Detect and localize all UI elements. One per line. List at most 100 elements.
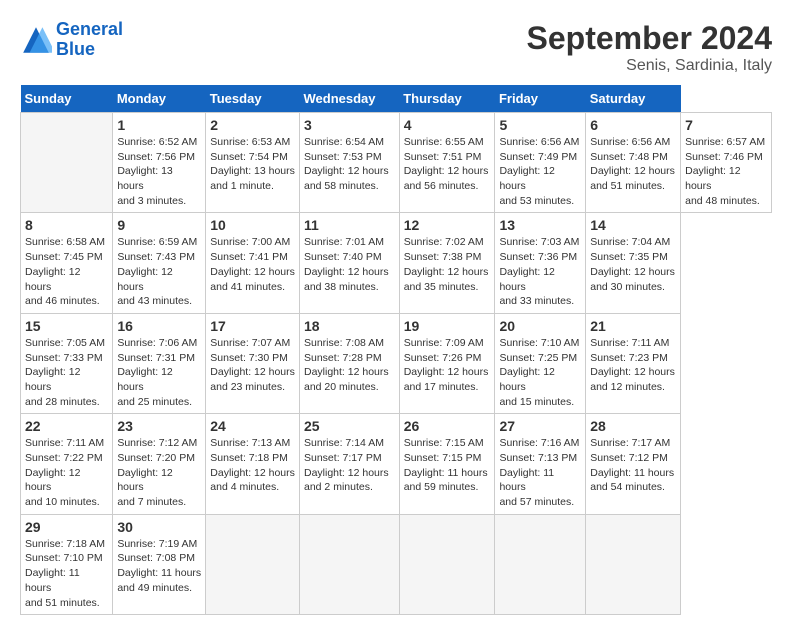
- page-header: General Blue September 2024 Senis, Sardi…: [20, 20, 772, 75]
- calendar-cell: 28 Sunrise: 7:17 AMSunset: 7:12 PMDayligh…: [586, 414, 681, 514]
- day-number: 27: [499, 418, 581, 434]
- calendar-body: 1Sunrise: 6:52 AMSunset: 7:56 PMDaylight…: [21, 113, 772, 615]
- day-number: 16: [117, 318, 201, 334]
- header-day-saturday: Saturday: [586, 85, 681, 113]
- cell-daylight-info: Sunrise: 6:59 AMSunset: 7:43 PMDaylight:…: [117, 235, 201, 308]
- cell-daylight-info: Sunrise: 6:55 AMSunset: 7:51 PMDaylight:…: [404, 135, 491, 194]
- calendar-cell: 15 Sunrise: 7:05 AMSunset: 7:33 PMDayligh…: [21, 313, 113, 413]
- title-block: September 2024 Senis, Sardinia, Italy: [527, 20, 772, 75]
- cell-daylight-info: Sunrise: 6:52 AMSunset: 7:56 PMDaylight:…: [117, 135, 201, 208]
- calendar-cell: 3 Sunrise: 6:54 AMSunset: 7:53 PMDaylight…: [300, 113, 400, 213]
- calendar-week-2: 8 Sunrise: 6:58 AMSunset: 7:45 PMDaylight…: [21, 213, 772, 313]
- calendar-week-4: 22Sunrise: 7:11 AMSunset: 7:22 PMDayligh…: [21, 414, 772, 514]
- calendar-cell: 9 Sunrise: 6:59 AMSunset: 7:43 PMDaylight…: [113, 213, 206, 313]
- calendar-header: SundayMondayTuesdayWednesdayThursdayFrid…: [21, 85, 772, 113]
- calendar-cell: 4 Sunrise: 6:55 AMSunset: 7:51 PMDaylight…: [399, 113, 495, 213]
- calendar-cell: [399, 514, 495, 614]
- cell-daylight-info: Sunrise: 7:03 AMSunset: 7:36 PMDaylight:…: [499, 235, 581, 308]
- day-number: 28: [590, 418, 676, 434]
- day-number: 4: [404, 117, 491, 133]
- calendar-week-5: 29Sunrise: 7:18 AMSunset: 7:10 PMDayligh…: [21, 514, 772, 614]
- day-number: 30: [117, 519, 201, 535]
- cell-daylight-info: Sunrise: 7:09 AMSunset: 7:26 PMDaylight:…: [404, 336, 491, 395]
- cell-daylight-info: Sunrise: 7:06 AMSunset: 7:31 PMDaylight:…: [117, 336, 201, 409]
- empty-cell: [21, 113, 113, 213]
- calendar-cell: 18Sunrise: 7:08 AMSunset: 7:28 PMDayligh…: [300, 313, 400, 413]
- day-number: 15: [25, 318, 108, 334]
- cell-daylight-info: Sunrise: 7:18 AMSunset: 7:10 PMDaylight:…: [25, 537, 108, 610]
- day-number: 7: [685, 117, 767, 133]
- day-number: 3: [304, 117, 395, 133]
- cell-daylight-info: Sunrise: 6:56 AMSunset: 7:49 PMDaylight:…: [499, 135, 581, 208]
- cell-daylight-info: Sunrise: 7:04 AMSunset: 7:35 PMDaylight:…: [590, 235, 676, 294]
- cell-daylight-info: Sunrise: 7:14 AMSunset: 7:17 PMDaylight:…: [304, 436, 395, 495]
- day-number: 24: [210, 418, 295, 434]
- cell-daylight-info: Sunrise: 6:58 AMSunset: 7:45 PMDaylight:…: [25, 235, 108, 308]
- cell-daylight-info: Sunrise: 6:53 AMSunset: 7:54 PMDaylight:…: [210, 135, 295, 194]
- calendar-cell: 13Sunrise: 7:03 AMSunset: 7:36 PMDayligh…: [495, 213, 586, 313]
- cell-daylight-info: Sunrise: 7:13 AMSunset: 7:18 PMDaylight:…: [210, 436, 295, 495]
- calendar-cell: 5 Sunrise: 6:56 AMSunset: 7:49 PMDaylight…: [495, 113, 586, 213]
- calendar-cell: 17Sunrise: 7:07 AMSunset: 7:30 PMDayligh…: [206, 313, 300, 413]
- month-title: September 2024: [527, 20, 772, 57]
- cell-daylight-info: Sunrise: 7:17 AMSunset: 7:12 PMDaylight:…: [590, 436, 676, 495]
- calendar-cell: 20 Sunrise: 7:10 AMSunset: 7:25 PMDayligh…: [495, 313, 586, 413]
- calendar-cell: 11 Sunrise: 7:01 AMSunset: 7:40 PMDayligh…: [300, 213, 400, 313]
- calendar-cell: 8 Sunrise: 6:58 AMSunset: 7:45 PMDaylight…: [21, 213, 113, 313]
- logo-line2: Blue: [56, 39, 95, 59]
- day-number: 5: [499, 117, 581, 133]
- day-number: 19: [404, 318, 491, 334]
- header-day-thursday: Thursday: [399, 85, 495, 113]
- calendar-cell: 1Sunrise: 6:52 AMSunset: 7:56 PMDaylight…: [113, 113, 206, 213]
- day-number: 8: [25, 217, 108, 233]
- calendar-cell: [586, 514, 681, 614]
- calendar-cell: 30 Sunrise: 7:19 AMSunset: 7:08 PMDayligh…: [113, 514, 206, 614]
- calendar-cell: 22Sunrise: 7:11 AMSunset: 7:22 PMDayligh…: [21, 414, 113, 514]
- cell-daylight-info: Sunrise: 7:05 AMSunset: 7:33 PMDaylight:…: [25, 336, 108, 409]
- calendar-week-1: 1Sunrise: 6:52 AMSunset: 7:56 PMDaylight…: [21, 113, 772, 213]
- day-number: 10: [210, 217, 295, 233]
- day-number: 20: [499, 318, 581, 334]
- cell-daylight-info: Sunrise: 7:16 AMSunset: 7:13 PMDaylight:…: [499, 436, 581, 509]
- day-number: 25: [304, 418, 395, 434]
- cell-daylight-info: Sunrise: 7:00 AMSunset: 7:41 PMDaylight:…: [210, 235, 295, 294]
- cell-daylight-info: Sunrise: 6:54 AMSunset: 7:53 PMDaylight:…: [304, 135, 395, 194]
- day-number: 6: [590, 117, 676, 133]
- cell-daylight-info: Sunrise: 7:15 AMSunset: 7:15 PMDaylight:…: [404, 436, 491, 495]
- calendar-cell: 23 Sunrise: 7:12 AMSunset: 7:20 PMDayligh…: [113, 414, 206, 514]
- calendar-cell: 2 Sunrise: 6:53 AMSunset: 7:54 PMDaylight…: [206, 113, 300, 213]
- logo-text: General Blue: [56, 20, 123, 60]
- cell-daylight-info: Sunrise: 7:12 AMSunset: 7:20 PMDaylight:…: [117, 436, 201, 509]
- calendar-cell: 6 Sunrise: 6:56 AMSunset: 7:48 PMDaylight…: [586, 113, 681, 213]
- location-subtitle: Senis, Sardinia, Italy: [527, 57, 772, 75]
- calendar-cell: 7Sunrise: 6:57 AMSunset: 7:46 PMDaylight…: [681, 113, 772, 213]
- calendar-cell: 27 Sunrise: 7:16 AMSunset: 7:13 PMDayligh…: [495, 414, 586, 514]
- calendar-table: SundayMondayTuesdayWednesdayThursdayFrid…: [20, 85, 772, 615]
- cell-daylight-info: Sunrise: 7:19 AMSunset: 7:08 PMDaylight:…: [117, 537, 201, 596]
- cell-daylight-info: Sunrise: 7:01 AMSunset: 7:40 PMDaylight:…: [304, 235, 395, 294]
- day-number: 17: [210, 318, 295, 334]
- cell-daylight-info: Sunrise: 7:11 AMSunset: 7:23 PMDaylight:…: [590, 336, 676, 395]
- logo: General Blue: [20, 20, 123, 60]
- header-day-tuesday: Tuesday: [206, 85, 300, 113]
- day-number: 26: [404, 418, 491, 434]
- calendar-cell: 10 Sunrise: 7:00 AMSunset: 7:41 PMDayligh…: [206, 213, 300, 313]
- calendar-cell: [495, 514, 586, 614]
- day-number: 22: [25, 418, 108, 434]
- cell-daylight-info: Sunrise: 7:10 AMSunset: 7:25 PMDaylight:…: [499, 336, 581, 409]
- cell-daylight-info: Sunrise: 7:02 AMSunset: 7:38 PMDaylight:…: [404, 235, 491, 294]
- header-day-wednesday: Wednesday: [300, 85, 400, 113]
- day-number: 14: [590, 217, 676, 233]
- day-number: 11: [304, 217, 395, 233]
- day-number: 18: [304, 318, 395, 334]
- day-number: 9: [117, 217, 201, 233]
- header-day-monday: Monday: [113, 85, 206, 113]
- calendar-cell: [300, 514, 400, 614]
- calendar-cell: [206, 514, 300, 614]
- day-number: 23: [117, 418, 201, 434]
- logo-icon: [20, 24, 52, 56]
- calendar-cell: 25 Sunrise: 7:14 AMSunset: 7:17 PMDayligh…: [300, 414, 400, 514]
- day-number: 2: [210, 117, 295, 133]
- cell-daylight-info: Sunrise: 6:56 AMSunset: 7:48 PMDaylight:…: [590, 135, 676, 194]
- calendar-cell: 24 Sunrise: 7:13 AMSunset: 7:18 PMDayligh…: [206, 414, 300, 514]
